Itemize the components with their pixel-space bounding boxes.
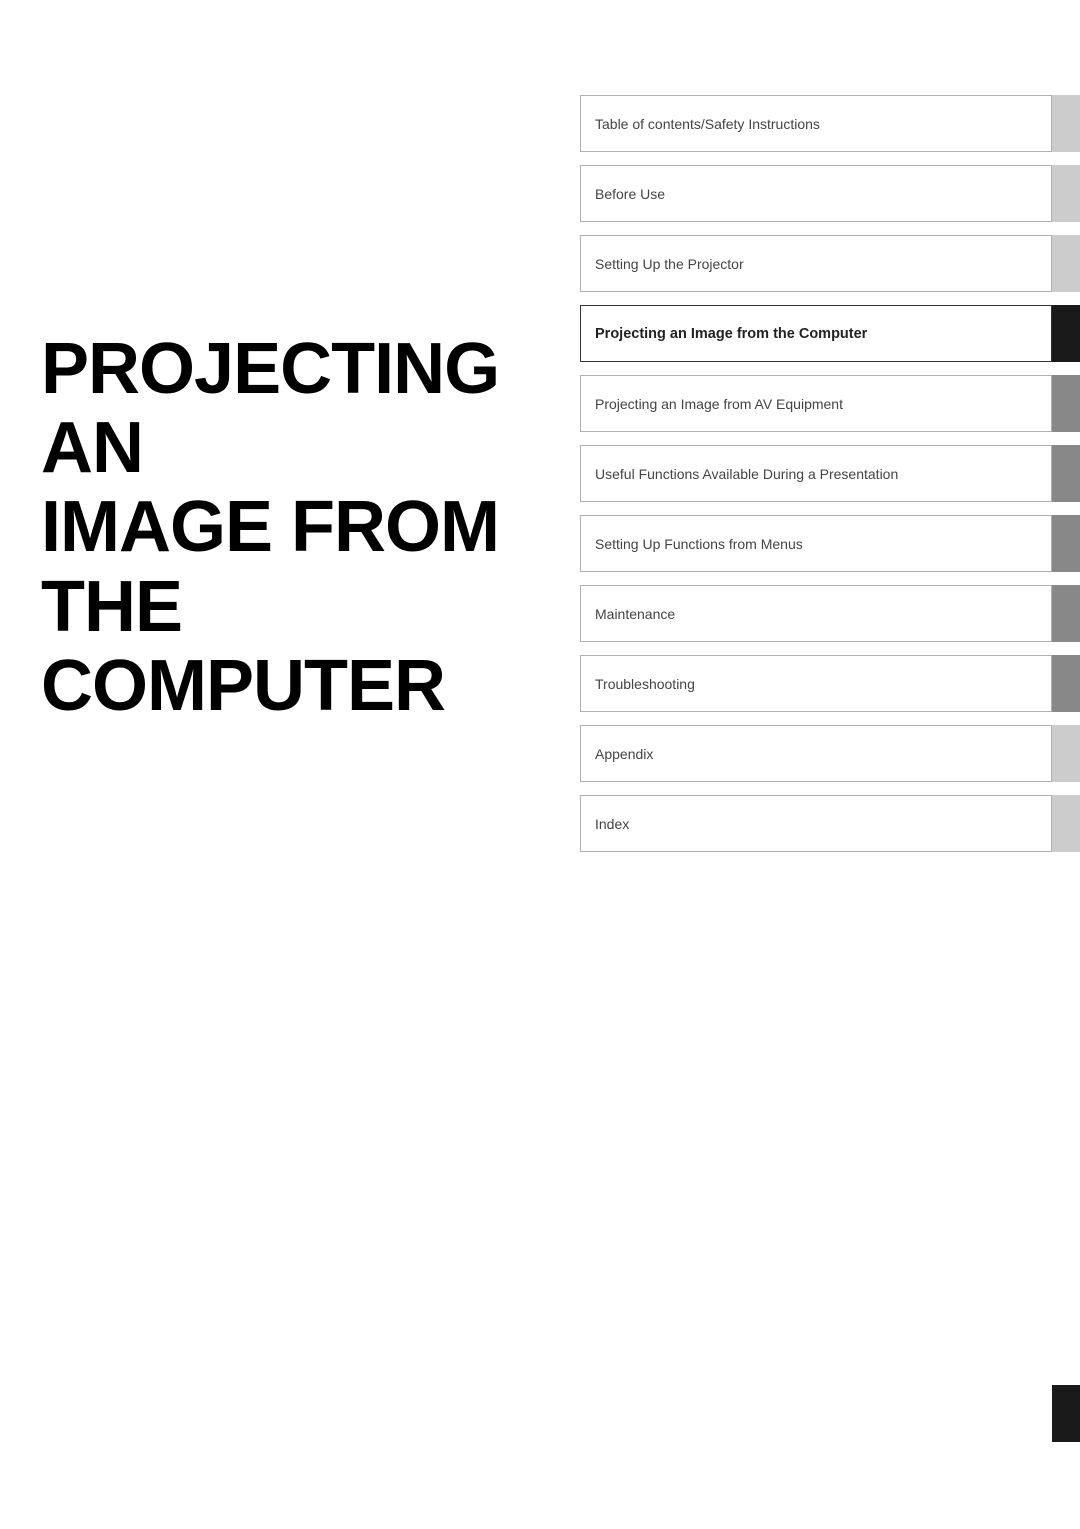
nav-item-tab-troubleshooting (1052, 655, 1080, 712)
nav-item-label-setting-up-menus: Setting Up Functions from Menus (595, 536, 803, 552)
nav-item-appendix[interactable]: Appendix (580, 725, 1080, 782)
page: PROJECTING AN IMAGE FROM THE COMPUTER Ta… (0, 0, 1080, 1529)
nav-item-tab-projecting-av (1052, 375, 1080, 432)
nav-item-setting-up-projector[interactable]: Setting Up the Projector (580, 235, 1080, 292)
title-line2: IMAGE FROM (41, 488, 561, 567)
nav-item-before-use[interactable]: Before Use (580, 165, 1080, 222)
nav-item-projecting-computer[interactable]: Projecting an Image from the Computer (580, 305, 1080, 362)
nav-item-label-appendix: Appendix (595, 746, 653, 762)
nav-item-toc[interactable]: Table of contents/Safety Instructions (580, 95, 1080, 152)
nav-item-projecting-av[interactable]: Projecting an Image from AV Equipment (580, 375, 1080, 432)
nav-item-index[interactable]: Index (580, 795, 1080, 852)
nav-item-label-troubleshooting: Troubleshooting (595, 676, 695, 692)
nav-item-tab-toc (1052, 95, 1080, 152)
nav-item-tab-appendix (1052, 725, 1080, 782)
nav-item-tab-index (1052, 795, 1080, 852)
nav-item-tab-useful-functions (1052, 445, 1080, 502)
nav-item-label-maintenance: Maintenance (595, 606, 675, 622)
nav-item-maintenance[interactable]: Maintenance (580, 585, 1080, 642)
nav-item-tab-setting-up-menus (1052, 515, 1080, 572)
bottom-tab-indicator (1052, 1385, 1080, 1442)
nav-item-label-before-use: Before Use (595, 186, 665, 202)
nav-item-useful-functions[interactable]: Useful Functions Available During a Pres… (580, 445, 1080, 502)
nav-item-label-setting-up-projector: Setting Up the Projector (595, 256, 744, 272)
nav-panel: Table of contents/Safety Instructions Bef… (580, 95, 1080, 865)
nav-item-troubleshooting[interactable]: Troubleshooting (580, 655, 1080, 712)
nav-item-label-useful-functions: Useful Functions Available During a Pres… (595, 466, 898, 482)
nav-item-label-projecting-computer: Projecting an Image from the Computer (595, 326, 867, 342)
main-title: PROJECTING AN IMAGE FROM THE COMPUTER (41, 330, 561, 726)
nav-item-setting-up-menus[interactable]: Setting Up Functions from Menus (580, 515, 1080, 572)
title-line1: PROJECTING AN (41, 330, 561, 488)
nav-item-tab-maintenance (1052, 585, 1080, 642)
nav-item-label-index: Index (595, 816, 629, 832)
nav-item-tab-setting-up-projector (1052, 235, 1080, 292)
nav-item-label-projecting-av: Projecting an Image from AV Equipment (595, 396, 843, 412)
title-line3: THE COMPUTER (41, 568, 561, 726)
nav-item-tab-projecting-computer (1052, 305, 1080, 362)
nav-item-tab-before-use (1052, 165, 1080, 222)
nav-item-label-toc: Table of contents/Safety Instructions (595, 116, 820, 132)
